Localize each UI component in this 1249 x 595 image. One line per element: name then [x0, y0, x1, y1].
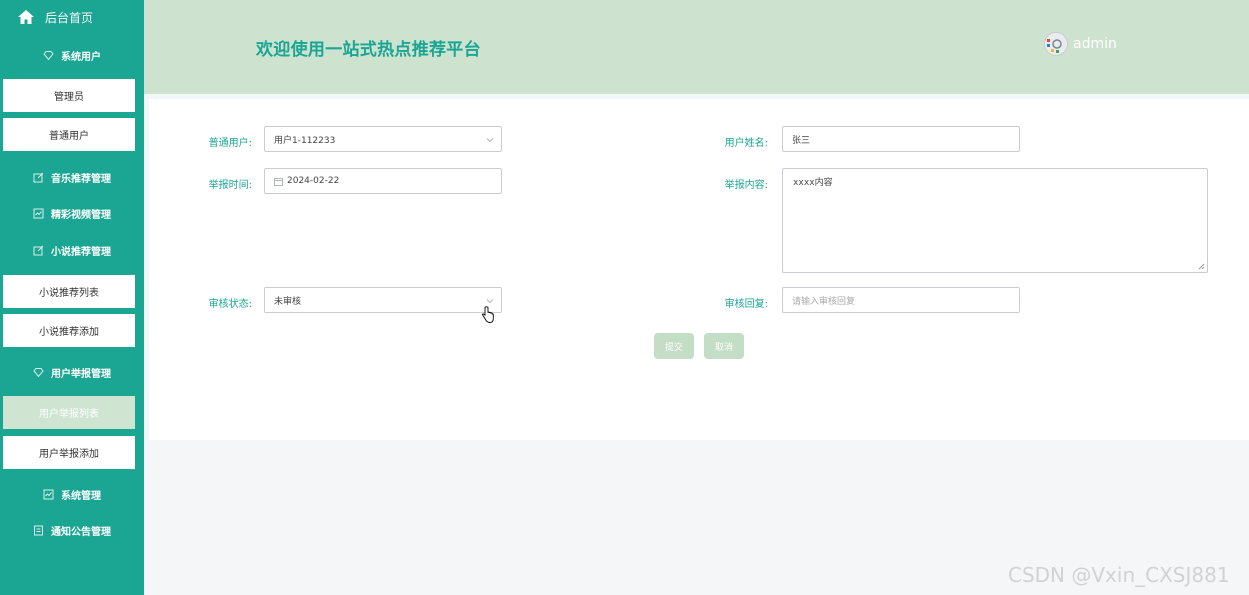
report-content-label: 举报内容:: [724, 180, 768, 191]
sidebar-group-report[interactable]: 用户举报管理: [0, 354, 144, 390]
top-header: 欢迎使用一站式热点推荐平台 admin: [144, 0, 1249, 94]
home-icon: [18, 10, 34, 24]
diamond-icon: [33, 367, 44, 378]
sidebar-group-music[interactable]: 音乐推荐管理: [0, 159, 144, 195]
cancel-button[interactable]: 取消: [704, 333, 744, 359]
user-name-field[interactable]: 张三: [782, 126, 1020, 152]
sidebar-group-label: 系统管理: [61, 490, 101, 502]
sidebar-item-label: 用户举报添加: [39, 449, 99, 460]
sidebar-item-label: 管理员: [54, 92, 84, 103]
chevron-down-icon: [486, 299, 494, 304]
resize-handle-icon[interactable]: [1198, 263, 1205, 270]
sidebar-item-novel-add[interactable]: 小说推荐添加: [3, 314, 135, 347]
report-time-label: 举报时间:: [208, 180, 252, 191]
user-name-value: 张三: [792, 135, 811, 146]
sidebar-item-label: 用户举报列表: [39, 409, 99, 420]
sidebar-item-normal-user[interactable]: 普通用户: [3, 118, 135, 151]
sidebar-item-report-add[interactable]: 用户举报添加: [3, 436, 135, 469]
review-reply-placeholder: 请输入审核回复: [792, 296, 856, 307]
document-icon: [33, 525, 44, 536]
review-status-value: 未审核: [274, 296, 302, 307]
hand-cursor-icon: [482, 306, 494, 323]
report-content-textarea[interactable]: xxxx内容: [782, 168, 1208, 273]
user-name-label: 用户姓名:: [724, 138, 768, 149]
sidebar-group-label: 通知公告管理: [51, 526, 111, 538]
sidebar-group-novel[interactable]: 小说推荐管理: [0, 232, 144, 268]
sidebar-item-report-list[interactable]: 用户举报列表: [3, 396, 135, 429]
review-status-select[interactable]: 未审核: [264, 287, 502, 313]
edit-icon: [33, 172, 44, 183]
report-time-picker[interactable]: 2024-02-22: [264, 168, 502, 194]
sidebar-home-label: 后台首页: [45, 10, 94, 25]
sidebar-group-system-users[interactable]: 系统用户: [0, 37, 144, 73]
page-title: 欢迎使用一站式热点推荐平台: [256, 40, 481, 60]
watermark: CSDN @Vxin_CXSJ881: [1008, 563, 1230, 587]
normal-user-select[interactable]: 用户1-112233: [264, 126, 502, 152]
avatar[interactable]: [1044, 32, 1068, 56]
report-time-value: 2024-02-22: [287, 176, 340, 186]
report-content-value: xxxx内容: [793, 178, 833, 188]
sidebar-group-label: 小说推荐管理: [51, 246, 111, 258]
username[interactable]: admin: [1073, 36, 1117, 52]
sidebar-group-label: 精彩视频管理: [51, 209, 111, 221]
sidebar-home[interactable]: 后台首页: [0, 0, 144, 34]
submit-button[interactable]: 提交: [654, 333, 694, 359]
normal-user-value: 用户1-112233: [274, 135, 336, 146]
review-reply-input[interactable]: 请输入审核回复: [782, 287, 1020, 313]
sidebar-item-label: 小说推荐添加: [39, 327, 99, 338]
sidebar-item-novel-list[interactable]: 小说推荐列表: [3, 275, 135, 308]
diamond-icon: [43, 50, 54, 61]
sidebar: 后台首页 系统用户 管理员 普通用户 音乐推荐管理 精彩视频管理 小说推荐管理 …: [0, 0, 144, 595]
sidebar-group-system[interactable]: 系统管理: [0, 476, 144, 512]
sidebar-item-admin[interactable]: 管理员: [3, 79, 135, 112]
edit-icon: [33, 245, 44, 256]
review-reply-label: 审核回复:: [724, 299, 768, 310]
sidebar-group-label: 系统用户: [61, 51, 101, 63]
chart-icon: [43, 489, 54, 500]
normal-user-label: 普通用户:: [208, 138, 252, 149]
sidebar-item-label: 小说推荐列表: [39, 288, 99, 299]
sidebar-group-label: 音乐推荐管理: [51, 173, 111, 185]
sidebar-item-label: 普通用户: [49, 131, 89, 142]
sidebar-group-notice[interactable]: 通知公告管理: [0, 512, 144, 548]
calendar-icon: [274, 177, 283, 186]
chart-icon: [33, 208, 44, 219]
review-status-label: 审核状态:: [208, 299, 252, 310]
sidebar-group-video[interactable]: 精彩视频管理: [0, 195, 144, 231]
sidebar-group-label: 用户举报管理: [51, 368, 111, 380]
chevron-down-icon: [486, 138, 494, 143]
